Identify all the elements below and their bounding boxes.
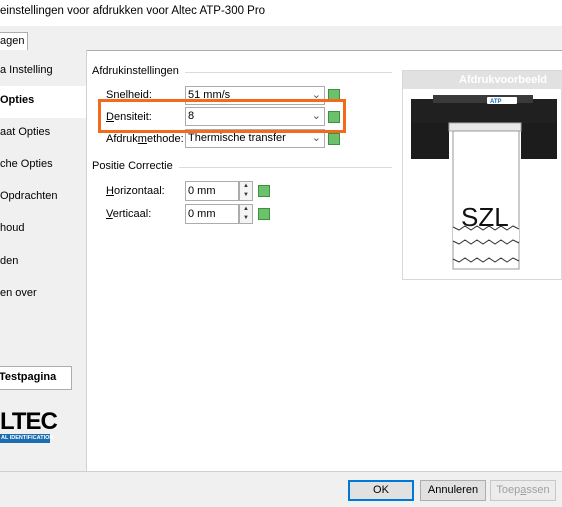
arrow-down-icon: ▼ — [243, 192, 249, 198]
window-title: einstellingen voor afdrukken voor Altec … — [0, 5, 266, 17]
method-value: Thermische transfer — [188, 132, 286, 144]
sidebar-item-label: en over — [0, 287, 37, 299]
position-correction-title: Positie Correctie — [92, 160, 179, 172]
sidebar-item-graphic-options[interactable]: che Opties — [0, 150, 86, 182]
vertical-label: Verticaal: — [106, 208, 152, 220]
test-page-label: Testpagina — [0, 371, 57, 383]
horizontal-input[interactable]: 0 mm — [185, 181, 239, 201]
method-indicator-icon — [328, 133, 340, 145]
tab-strip: agen — [0, 26, 562, 51]
horizontal-value: 0 mm — [188, 185, 216, 197]
sidebar-item-label: Opties — [0, 94, 35, 106]
arrow-up-icon: ▲ — [243, 206, 249, 212]
tab-general[interactable]: agen — [0, 32, 28, 51]
print-settings-title: Afdrukinstellingen — [92, 65, 185, 77]
sidebar-item-about[interactable]: en over — [0, 279, 86, 311]
sidebar-item-label: Opdrachten — [0, 190, 58, 202]
vertical-value: 0 mm — [188, 208, 216, 220]
logo-strip: AL IDENTIFICATION — [0, 434, 54, 443]
vertical-stepper[interactable]: ▲ ▼ — [239, 204, 253, 224]
cancel-button[interactable]: Annuleren — [420, 480, 486, 501]
test-page-button[interactable]: Testpagina — [0, 366, 72, 390]
logo-wordmark: LTEC — [0, 408, 58, 435]
sidebar-item-label: den — [0, 255, 19, 267]
sidebar-item-label: aat Opties — [0, 126, 51, 138]
arrow-down-icon: ▼ — [243, 215, 249, 221]
density-highlight-box — [98, 99, 346, 133]
horizontal-indicator-icon — [258, 185, 270, 197]
sidebar-item-options[interactable]: Opties — [0, 86, 86, 118]
apply-button[interactable]: Toepassen — [490, 480, 556, 501]
sidebar-item-commands[interactable]: Opdrachten — [0, 182, 86, 214]
logo-tagline: AL IDENTIFICATION — [1, 435, 54, 441]
ok-button[interactable]: OK — [348, 480, 414, 501]
vertical-indicator-icon — [258, 208, 270, 220]
horizontal-stepper[interactable]: ▲ ▼ — [239, 181, 253, 201]
method-label: Afdrukmethode: — [106, 133, 184, 145]
printer-badge: ATP — [490, 99, 502, 105]
dialog-footer: OK Annuleren Toepassen — [0, 471, 562, 507]
printer-preview-image: ATP SZL — [411, 95, 557, 270]
preview-header: Afdrukvoorbeeld — [403, 71, 562, 89]
sidebar-item-format-options[interactable]: aat Opties — [0, 118, 86, 150]
sidebar-item-maintenance[interactable]: houd — [0, 214, 86, 246]
title-bar: einstellingen voor afdrukken voor Altec … — [0, 0, 562, 26]
arrow-up-icon: ▲ — [243, 183, 249, 189]
sidebar: a Instelling Opties aat Opties che Optie… — [0, 50, 87, 471]
horizontal-label: Horizontaal: — [106, 185, 165, 197]
print-preview-panel: Afdrukvoorbeeld ATP SZL — [402, 70, 562, 280]
altec-logo: LTEC AL IDENTIFICATION — [0, 408, 60, 443]
tab-label: agen — [0, 35, 25, 47]
sidebar-item-page-setup[interactable]: a Instelling — [0, 56, 86, 88]
vertical-input[interactable]: 0 mm — [185, 204, 239, 224]
preview-title: Afdrukvoorbeeld — [459, 74, 548, 86]
sidebar-item-label: che Opties — [0, 158, 53, 170]
sidebar-item-label: houd — [0, 222, 25, 234]
sidebar-item-fonts[interactable]: den — [0, 247, 86, 279]
sidebar-item-label: a Instelling — [0, 64, 53, 76]
